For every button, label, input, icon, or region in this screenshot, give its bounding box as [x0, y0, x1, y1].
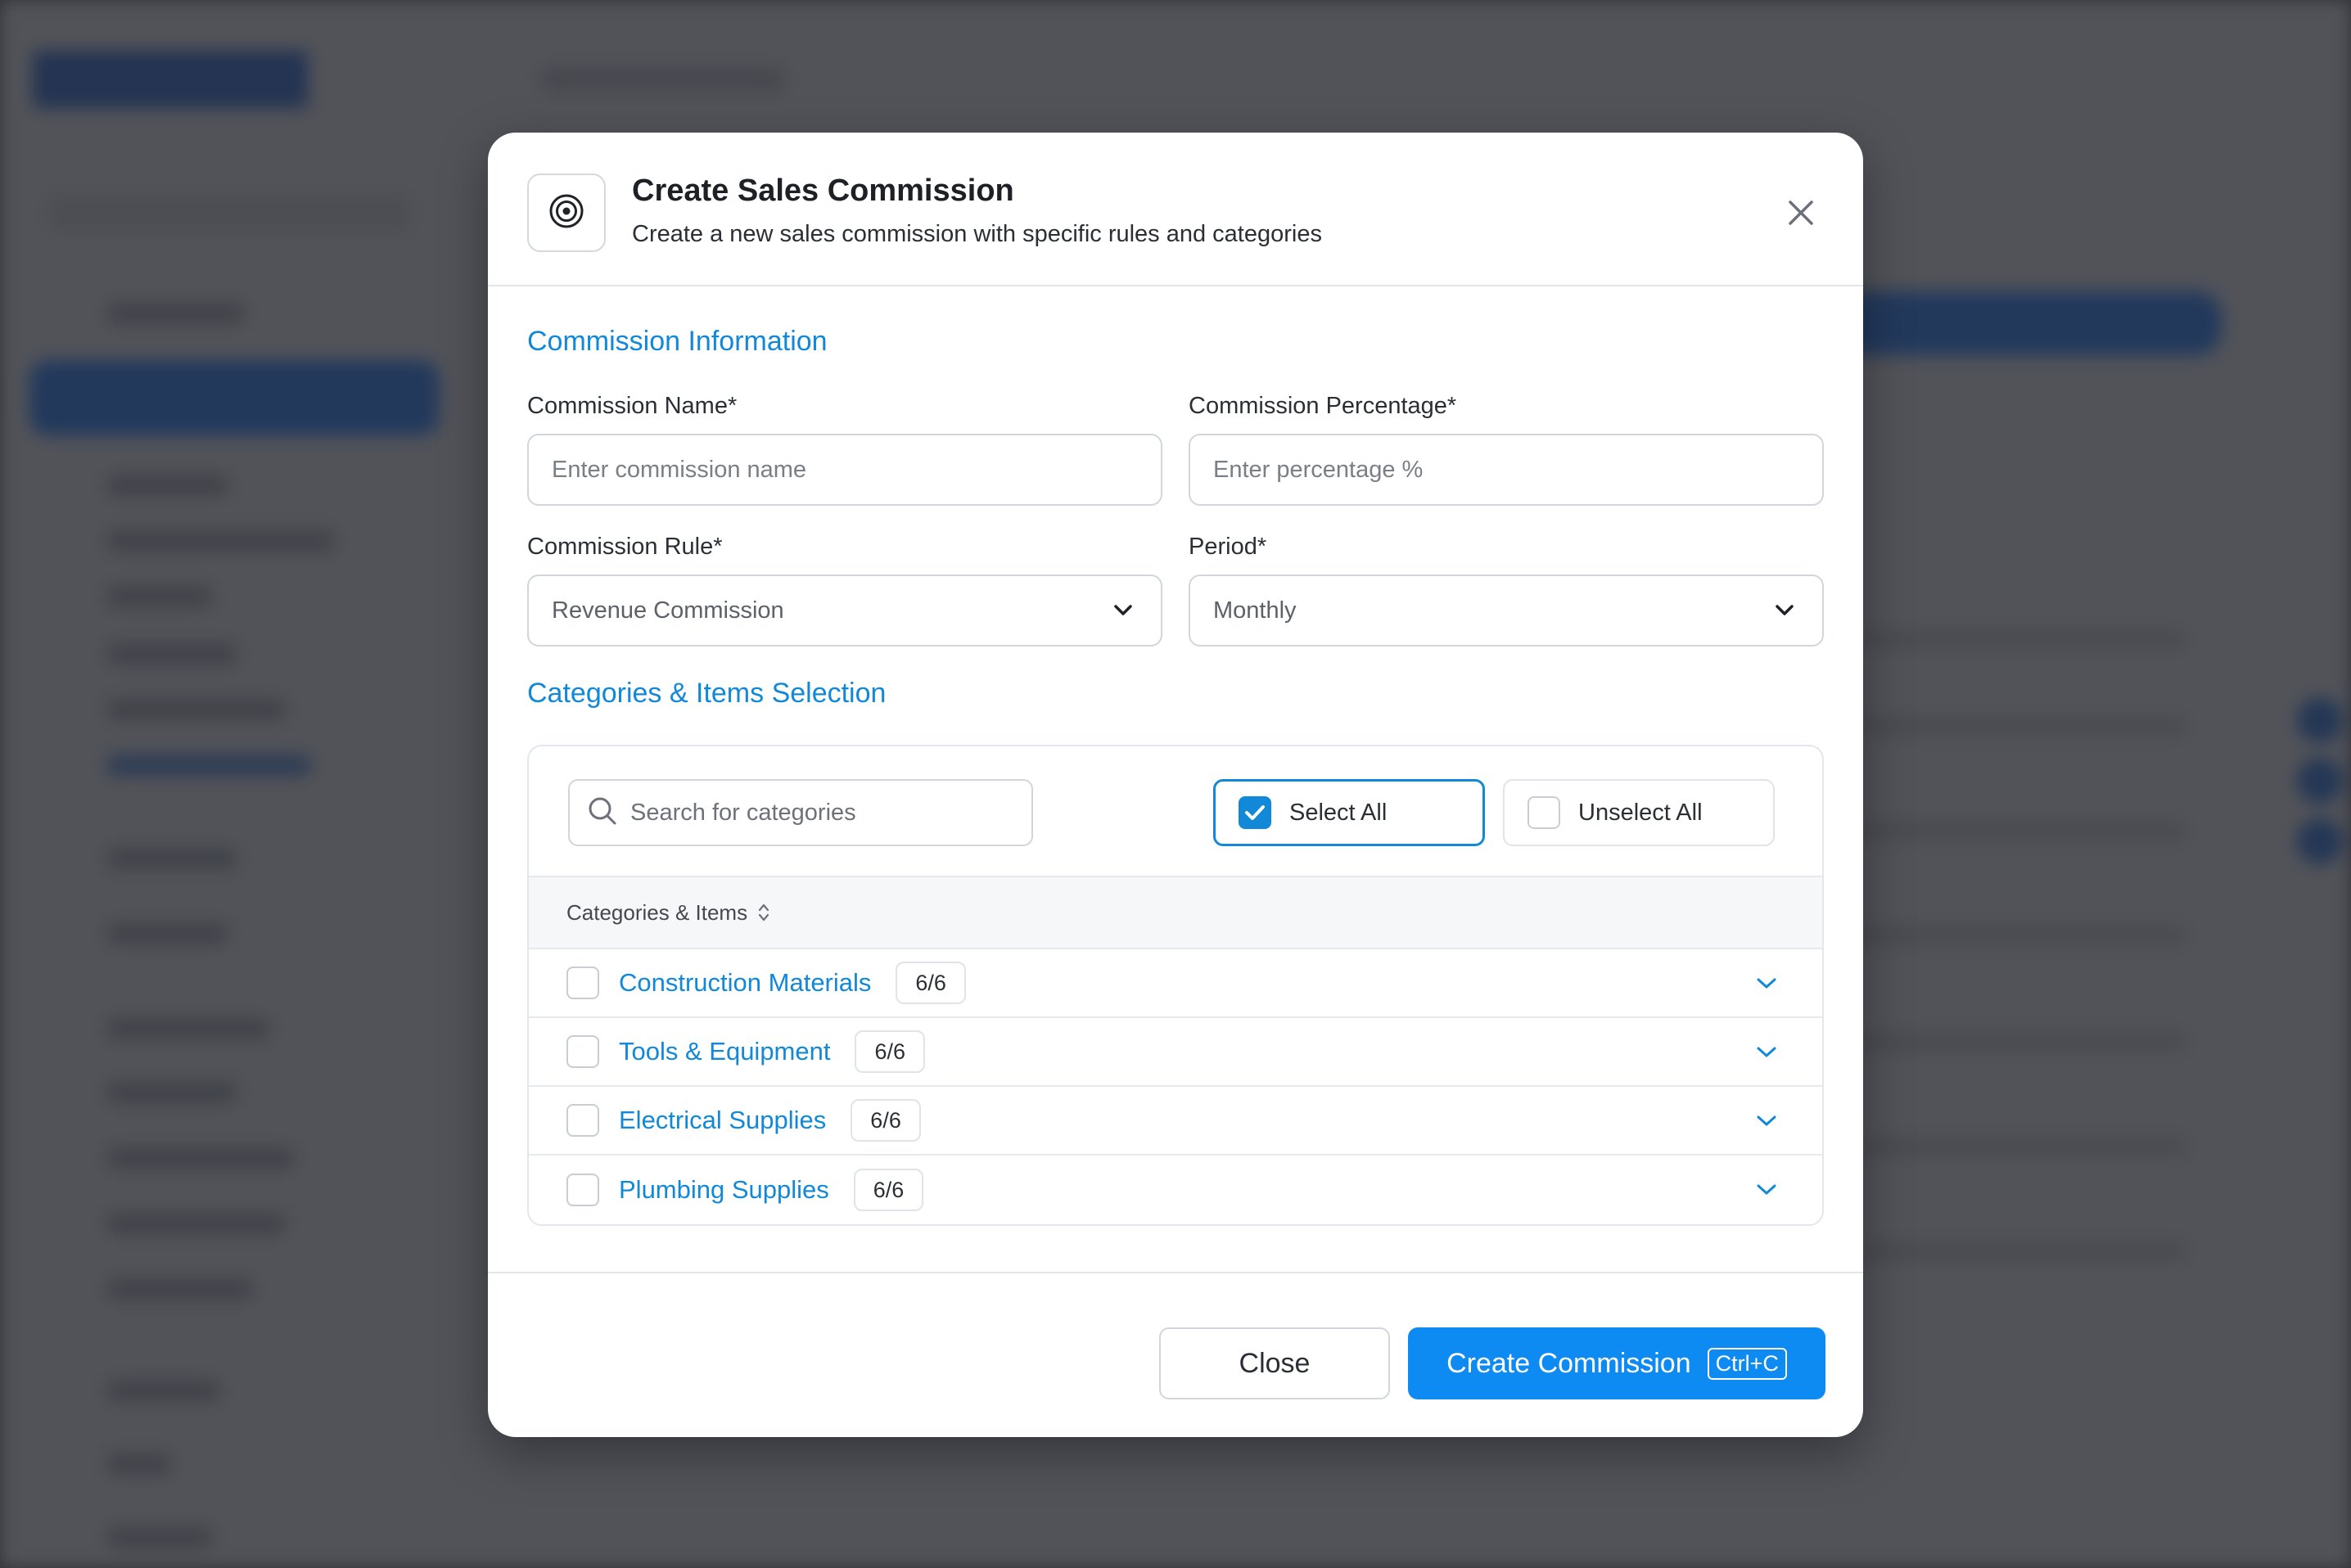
category-name[interactable]: Plumbing Supplies: [619, 1175, 829, 1205]
category-count-badge: 6/6: [896, 962, 966, 1004]
categories-toolbar: Select All Unselect All: [529, 746, 1822, 877]
category-count-badge: 6/6: [853, 1169, 924, 1211]
create-commission-button[interactable]: Create Commission Ctrl+C: [1408, 1327, 1825, 1399]
chevron-down-icon: [1108, 596, 1138, 625]
category-search-box[interactable]: [568, 779, 1033, 846]
dialog-header: Create Sales Commission Create a new sal…: [488, 133, 1863, 286]
commission-information-heading: Commission Information: [527, 326, 828, 357]
dialog-title: Create Sales Commission: [632, 173, 1014, 208]
commission-percentage-label: Commission Percentage*: [1189, 393, 1457, 419]
category-checkbox[interactable]: [566, 1035, 599, 1068]
category-checkbox[interactable]: [566, 966, 599, 999]
unselect-all-checkbox[interactable]: [1527, 796, 1560, 829]
category-checkbox[interactable]: [566, 1104, 599, 1137]
period-select[interactable]: Monthly: [1189, 574, 1824, 647]
commission-name-label: Commission Name*: [527, 393, 738, 419]
category-row[interactable]: Electrical Supplies 6/6: [529, 1087, 1822, 1156]
categories-selection-heading: Categories & Items Selection: [527, 678, 887, 709]
chevron-down-icon: [1770, 596, 1799, 625]
category-count-badge: 6/6: [851, 1099, 921, 1142]
category-row[interactable]: Tools & Equipment 6/6: [529, 1018, 1822, 1087]
commission-percentage-input[interactable]: [1189, 434, 1824, 506]
period-value: Monthly: [1213, 597, 1297, 624]
sort-icon[interactable]: [757, 902, 770, 923]
checkmark-icon: [1245, 805, 1265, 820]
select-all-button[interactable]: Select All: [1213, 779, 1485, 846]
category-search-input[interactable]: [630, 799, 1013, 827]
category-row[interactable]: Plumbing Supplies 6/6: [529, 1156, 1822, 1224]
category-name[interactable]: Electrical Supplies: [619, 1106, 826, 1135]
close-button[interactable]: Close: [1159, 1327, 1390, 1399]
create-commission-dialog: Create Sales Commission Create a new sal…: [488, 133, 1863, 1437]
category-checkbox[interactable]: [566, 1174, 599, 1206]
categories-table-header[interactable]: Categories & Items: [529, 877, 1822, 949]
search-icon: [588, 796, 617, 830]
category-row[interactable]: Construction Materials 6/6: [529, 949, 1822, 1018]
period-label: Period*: [1189, 534, 1267, 560]
chevron-down-icon[interactable]: [1752, 969, 1781, 998]
chevron-down-icon[interactable]: [1752, 1175, 1781, 1205]
dialog-subtitle: Create a new sales commission with speci…: [632, 221, 1322, 247]
chevron-down-icon[interactable]: [1752, 1106, 1781, 1136]
categories-column-header: Categories & Items: [566, 899, 748, 925]
keyboard-shortcut-badge: Ctrl+C: [1707, 1347, 1787, 1380]
chevron-down-icon[interactable]: [1752, 1038, 1781, 1067]
dialog-icon-box: [527, 173, 606, 252]
dialog-footer: Close Create Commission Ctrl+C: [488, 1272, 1863, 1437]
unselect-all-label: Unselect All: [1578, 799, 1703, 826]
commission-rule-select[interactable]: Revenue Commission: [527, 574, 1162, 647]
create-commission-label: Create Commission: [1446, 1347, 1691, 1379]
commission-rule-label: Commission Rule*: [527, 534, 723, 560]
category-name[interactable]: Tools & Equipment: [619, 1037, 830, 1066]
category-name[interactable]: Construction Materials: [619, 968, 871, 998]
commission-rule-value: Revenue Commission: [552, 597, 784, 624]
unselect-all-button[interactable]: Unselect All: [1503, 779, 1775, 846]
select-all-checkbox[interactable]: [1239, 796, 1271, 829]
categories-panel: Select All Unselect All Categories & Ite…: [527, 745, 1824, 1226]
close-icon[interactable]: [1776, 188, 1825, 237]
category-count-badge: 6/6: [855, 1030, 926, 1073]
target-icon: [548, 192, 585, 234]
commission-name-input[interactable]: [527, 434, 1162, 506]
select-all-label: Select All: [1289, 799, 1388, 826]
